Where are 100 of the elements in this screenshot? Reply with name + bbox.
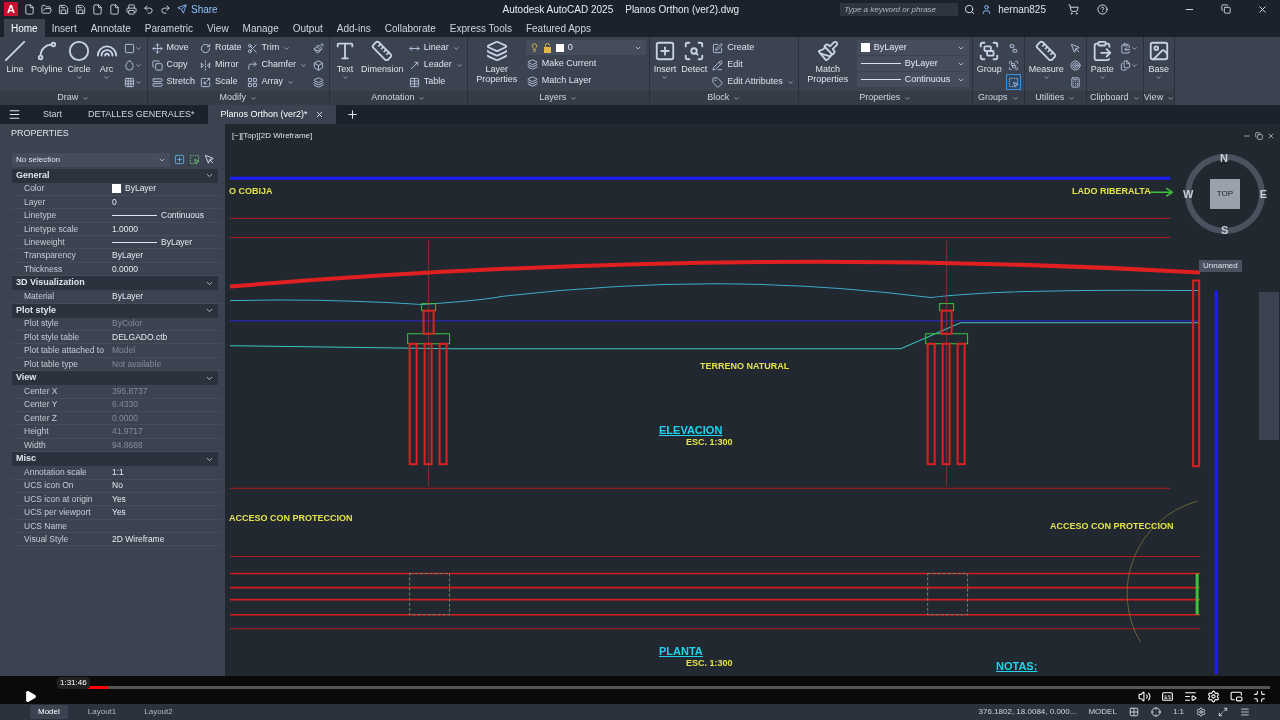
ribbon-tool-button[interactable]: Edit Attributes [711,74,795,90]
annotation-scale[interactable]: 1:1 [1172,706,1184,718]
ribbon-tool-button[interactable]: Array [245,74,309,90]
property-value[interactable]: ByLayer [112,290,222,303]
ribbon-tool-button[interactable]: Make Current [525,56,646,72]
layout-tab[interactable]: Layout2 [136,705,181,719]
cart-icon[interactable] [1068,3,1079,15]
ribbon-tab[interactable]: View [200,19,236,37]
file-tab[interactable]: Planos Orthon (ver2)* [208,105,337,124]
toolbar-icon[interactable] [109,3,120,15]
property-value[interactable]: Continuous [112,209,222,222]
property-value[interactable]: Yes [112,492,222,506]
search-icon[interactable] [964,3,976,15]
ribbon-icon-button[interactable] [311,40,327,56]
file-tab[interactable]: DETALLES GENERALES* [76,105,207,124]
ribbon-tool-button[interactable]: Table [407,74,464,90]
exit-fullscreen-icon[interactable] [1253,690,1266,703]
compass-south[interactable]: S [1221,221,1229,238]
viewport-label[interactable]: [−][Top][2D Wireframe] [232,130,313,142]
layer-dropdown[interactable]: 0 [525,40,646,55]
close-icon[interactable] [315,110,325,119]
toolbar-icon[interactable] [143,3,154,15]
viewcube-top-face[interactable]: TOP [1210,179,1240,209]
user-icon[interactable] [981,3,993,15]
property-value[interactable]: ByLayer [112,236,222,249]
ribbon-large-button[interactable]: Polyline [30,40,64,74]
ribbon-large-button[interactable]: Arc [94,40,119,81]
close-icon[interactable] [1267,132,1275,140]
ribbon-tab[interactable]: Featured Apps [518,19,598,37]
ribbon-tool-button[interactable]: Edit [711,57,795,73]
ribbon-tool-button[interactable]: Match Layer [525,73,646,89]
ribbon-large-button[interactable]: Base [1146,40,1171,81]
fullscreen-icon[interactable] [1218,707,1228,717]
ribbon-tab[interactable]: Manage [235,19,286,37]
toolbar-icon[interactable] [160,3,171,15]
property-value[interactable]: 0 [112,195,222,209]
section-header[interactable]: 3D Visualization [12,276,218,291]
ribbon-large-button[interactable]: Dimension [360,40,405,74]
ribbon-tab[interactable]: Insert [44,19,84,37]
ribbon-tool-button[interactable]: Linear [407,40,464,56]
compass-west[interactable]: W [1183,186,1194,203]
grid-icon[interactable] [1128,707,1139,717]
search-field[interactable]: Type a keyword or phrase [840,2,959,16]
user-name[interactable]: hernan825 [998,1,1046,17]
toolbar-icon[interactable] [126,3,137,15]
property-value[interactable]: 0.0000 [112,262,222,276]
snap-icon[interactable] [1150,707,1161,717]
toolbar-icon[interactable] [92,3,103,15]
close-icon[interactable] [1257,3,1268,15]
ribbon-tab[interactable]: Annotate [83,19,138,37]
ribbon-tool-button[interactable]: Move [150,40,197,56]
property-value[interactable]: No [112,479,222,492]
play-icon[interactable] [24,690,37,703]
property-value[interactable]: ByLayer [112,249,222,262]
ribbon-tool-button[interactable]: Create [711,40,795,56]
restore-icon[interactable] [1255,132,1263,140]
ribbon-tab[interactable]: Collaborate [377,19,443,37]
selection-dropdown[interactable]: No selection [12,152,170,167]
ribbon-large-button[interactable]: Detect [680,40,709,74]
compass-east[interactable]: E [1259,186,1267,203]
toolbar-icon[interactable] [41,3,52,15]
ribbon-tool-button[interactable]: Trim [245,40,309,56]
captions-icon[interactable] [1161,690,1174,703]
ribbon-tab[interactable]: Express Tools [442,19,519,37]
ribbon-icon-button[interactable] [311,74,327,90]
layout-tab[interactable]: Model [30,705,68,719]
share-button[interactable]: Share [177,1,218,17]
ribbon-large-button[interactable]: Circle [66,40,92,81]
coordinates[interactable]: 376.1802, 18.0084, 0.000... [978,706,1077,718]
ribbon-icon-button[interactable] [1005,74,1021,90]
settings-icon[interactable] [1196,707,1206,717]
ribbon-large-button[interactable]: Line [3,40,27,74]
toolbar-icon[interactable] [24,3,35,15]
select-objects-icon[interactable] [189,154,200,165]
ribbon-tool-button[interactable]: Chamfer [245,57,309,73]
property-dropdown[interactable]: ByLayer [856,40,969,55]
volume-icon[interactable] [1138,690,1151,703]
ribbon-icon-button[interactable] [1067,57,1083,73]
file-tab[interactable]: Start [31,105,74,124]
ribbon-large-button[interactable]: Paste [1089,40,1115,81]
section-header[interactable]: General [12,168,218,183]
property-value[interactable]: 1:1 [112,466,222,479]
ribbon-tab[interactable]: Home [4,19,45,37]
miniplayer-icon[interactable] [1230,690,1243,703]
ribbon-large-button[interactable]: Measure [1027,40,1065,81]
ribbon-large-button[interactable]: Match Properties [801,40,854,84]
quick-select-icon[interactable] [174,154,185,165]
property-dropdown[interactable]: Continuous [856,72,969,87]
help-icon[interactable] [1097,3,1108,15]
ribbon-tool-button[interactable]: Leader [407,57,464,73]
ribbon-tab[interactable]: Output [285,19,330,37]
menu-icon[interactable] [8,108,21,121]
compass-north[interactable]: N [1220,150,1228,167]
toolbar-icon[interactable] [75,3,86,15]
restore-icon[interactable] [1221,4,1231,14]
new-tab-icon[interactable] [346,108,360,121]
section-header[interactable]: Misc [12,452,218,467]
property-value[interactable]: DELGADO.ctb [112,331,222,344]
panel-title-button[interactable]: View [1143,91,1175,105]
section-header[interactable]: View [12,371,218,386]
